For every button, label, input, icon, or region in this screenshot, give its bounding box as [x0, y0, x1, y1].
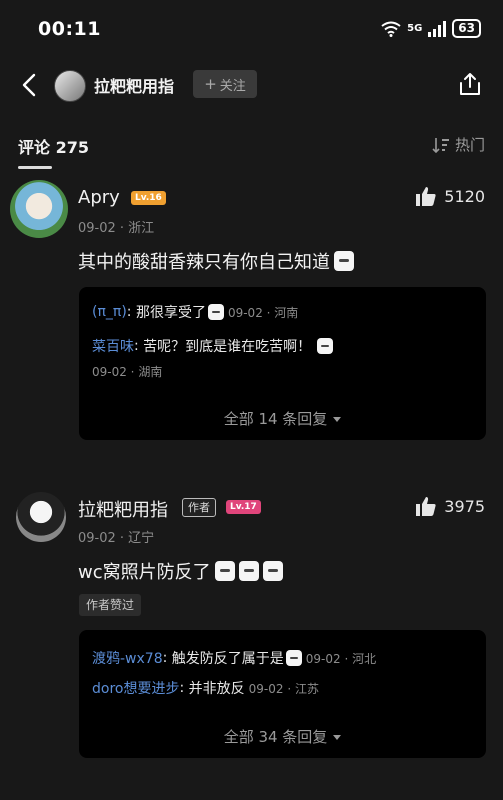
- reply-meta: 09-02 · 河南: [227, 305, 299, 320]
- network-type: 5G: [407, 23, 423, 34]
- reply-user[interactable]: 渡鸦-wx78: [92, 648, 163, 668]
- sort-button[interactable]: 热门: [432, 134, 485, 155]
- sort-icon: [432, 137, 449, 153]
- plus-icon: +: [204, 75, 217, 93]
- all-replies-button[interactable]: 全部 14 条回复: [79, 408, 486, 429]
- like-count: 5120: [444, 187, 485, 206]
- commenter-name[interactable]: 拉粑粑用指: [78, 496, 168, 522]
- reply-meta: 09-02 · 江苏: [248, 681, 319, 696]
- reply-item[interactable]: 渡鸦-wx78 : 触发防反了属于是 09-02 · 河北: [92, 648, 376, 668]
- sticker-icon: [317, 338, 334, 354]
- reply-item[interactable]: doro想要进步 : 并非放反 09-02 · 江苏: [92, 678, 319, 698]
- tab-underline: [18, 166, 52, 169]
- comment-text-row: wc窝照片防反了: [78, 558, 283, 584]
- sticker-icon: [214, 561, 235, 581]
- share-icon[interactable]: [457, 71, 483, 97]
- sort-label: 热门: [454, 136, 485, 154]
- reply-item[interactable]: (π_π) : 那很享受了 09-02 · 河南: [92, 302, 298, 322]
- comment-text: 其中的酸甜香辣只有你自己知道: [78, 252, 330, 273]
- reply-colon: :: [162, 650, 172, 666]
- commenter-name[interactable]: Apry: [78, 187, 120, 208]
- author-tag: 作者: [182, 498, 216, 517]
- level-badge: Lv.17: [226, 500, 261, 514]
- reply-text: 苦呢？到底是谁在吃苦啊！: [143, 339, 312, 355]
- level-badge: Lv.16: [131, 191, 166, 205]
- signal-icon: [428, 20, 447, 37]
- chevron-down-icon: [333, 735, 342, 740]
- all-replies-label: 全部 34 条回复: [223, 728, 328, 746]
- reply-text: 并非放反: [188, 681, 245, 697]
- follow-label: 关注: [219, 78, 246, 94]
- sticker-icon: [238, 561, 259, 581]
- commenter-avatar[interactable]: [10, 180, 68, 238]
- like-button[interactable]: 5120: [416, 187, 485, 206]
- comment-item: 拉粑粑用指 作者 Lv.17 3975 09-02 · 辽宁 wc窝照片防反了 …: [0, 488, 503, 760]
- reply-colon: :: [134, 338, 144, 354]
- reply-meta: 09-02 · 湖南: [92, 365, 163, 379]
- author-liked-badge: 作者赞过: [79, 594, 142, 616]
- reply-meta: 09-02 · 河北: [305, 651, 377, 666]
- commenter-avatar[interactable]: [16, 492, 66, 542]
- reply-user[interactable]: doro想要进步: [92, 678, 179, 698]
- comment-item: Apry Lv.16 5120 09-02 · 浙江 其中的酸甜香辣只有你自己知…: [0, 178, 503, 443]
- comment-text-row: 其中的酸甜香辣只有你自己知道: [78, 248, 354, 274]
- thumbs-up-icon: [416, 497, 436, 516]
- sticker-icon: [285, 650, 302, 666]
- author-avatar[interactable]: [54, 70, 86, 102]
- wifi-icon: [381, 21, 401, 37]
- status-icons: 5G 63: [381, 19, 481, 38]
- like-button[interactable]: 3975: [416, 497, 485, 516]
- all-replies-label: 全部 14 条回复: [223, 410, 328, 428]
- reply-item[interactable]: 菜百味 : 苦呢？到底是谁在吃苦啊！: [92, 336, 334, 356]
- sticker-icon: [334, 251, 354, 271]
- comment-text: wc窝照片防反了: [78, 562, 211, 583]
- thumbs-up-icon: [416, 187, 436, 206]
- author-name[interactable]: 拉粑粑用指: [94, 73, 174, 97]
- all-replies-button[interactable]: 全部 34 条回复: [79, 726, 486, 747]
- status-bar: 00:11 5G 63: [0, 0, 503, 60]
- tab-comments[interactable]: 评论 275: [18, 134, 89, 158]
- sticker-icon: [262, 561, 283, 581]
- reply-text: 触发防反了属于是: [171, 651, 284, 667]
- reply-colon: :: [179, 680, 189, 696]
- back-arrow-icon[interactable]: [18, 72, 42, 98]
- like-count: 3975: [444, 497, 485, 516]
- reply-box: 渡鸦-wx78 : 触发防反了属于是 09-02 · 河北 doro想要进步 :…: [79, 630, 486, 758]
- battery-indicator: 63: [452, 19, 481, 38]
- top-bar: 拉粑粑用指 + 关注: [0, 60, 503, 110]
- reply-colon: :: [126, 304, 136, 320]
- comment-meta: 09-02 · 辽宁: [78, 531, 155, 546]
- reply-user[interactable]: (π_π): [92, 304, 127, 320]
- reply-text: 那很享受了: [135, 305, 206, 321]
- comments-header: 评论 275 热门: [0, 128, 503, 170]
- follow-button[interactable]: + 关注: [193, 70, 257, 98]
- sticker-icon: [207, 304, 224, 320]
- reply-user[interactable]: 菜百味: [92, 336, 134, 356]
- comment-meta: 09-02 · 浙江: [78, 221, 155, 236]
- reply-box: (π_π) : 那很享受了 09-02 · 河南 菜百味 : 苦呢？到底是谁在吃…: [79, 287, 486, 440]
- chevron-down-icon: [333, 417, 342, 422]
- status-time: 00:11: [38, 18, 101, 40]
